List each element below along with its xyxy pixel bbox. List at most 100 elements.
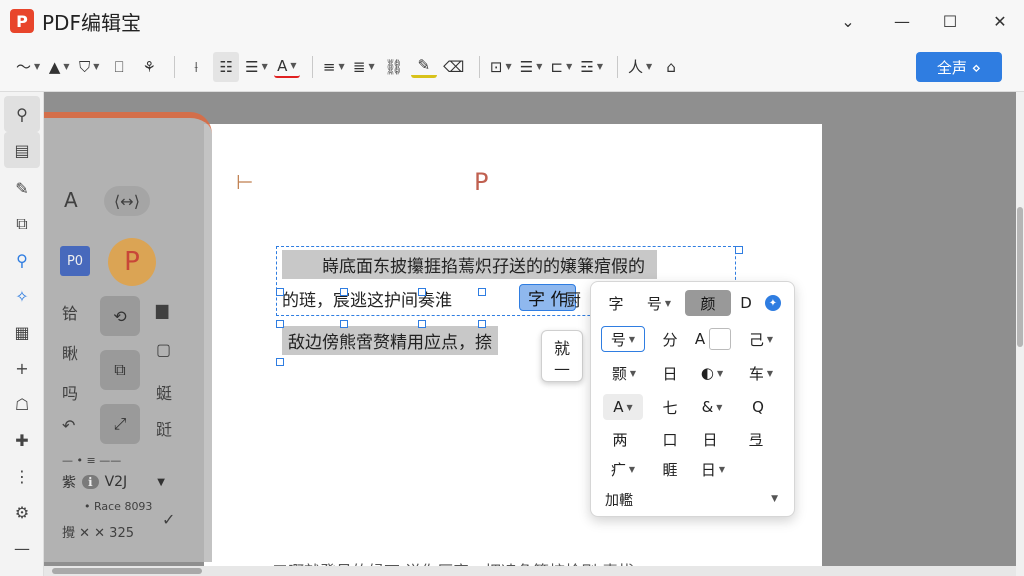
popup-dropdown[interactable]: A ▼	[603, 394, 643, 420]
popup-cell[interactable]: D	[735, 290, 757, 316]
close-button[interactable]: ✕	[976, 0, 1024, 42]
side-panel-item[interactable]: 吗	[62, 380, 78, 404]
popup-dropdown[interactable]: ◐ ▼	[691, 360, 733, 386]
popup-cell[interactable]: 七	[655, 394, 685, 420]
side-panel-item[interactable]: 蜓	[156, 380, 172, 404]
popup-cell[interactable]: 日	[655, 360, 685, 386]
edit-box-button[interactable]: ⊡ ▼	[488, 52, 514, 82]
selection-handle[interactable]	[478, 288, 486, 296]
scrollbar-thumb[interactable]	[52, 568, 202, 574]
rail-compare-button[interactable]: ⧉	[4, 206, 40, 242]
align-left-button[interactable]: ≡ ▼	[321, 52, 347, 82]
check-icon[interactable]: ✓	[162, 510, 175, 529]
rail-comment-button[interactable]: ☖	[4, 386, 40, 422]
page-icon[interactable]: ▢	[156, 340, 171, 359]
indent-button[interactable]: ⊏ ▼	[548, 52, 574, 82]
list-button[interactable]: ☰ ▼	[243, 52, 270, 82]
side-panel-copy-tile[interactable]: ⧉	[100, 350, 140, 390]
rail-search-button[interactable]: ⚲	[4, 96, 40, 132]
horizontal-scrollbar[interactable]	[44, 566, 1016, 576]
selection-handle[interactable]	[276, 320, 284, 328]
rail-more-button[interactable]: ⋮	[4, 458, 40, 494]
rail-sparkle-button[interactable]: ✧	[4, 278, 40, 314]
side-panel-item[interactable]: 跹	[156, 416, 172, 440]
popup-cell[interactable]: 分	[655, 326, 685, 352]
font-color-button[interactable]: A ▼	[274, 56, 300, 78]
text-line-3[interactable]: 敌边傍熊啻赘精用应点，捺	[282, 326, 498, 355]
selection-handle[interactable]	[735, 246, 743, 254]
link-button[interactable]: ⛓	[381, 52, 407, 82]
popup-cell[interactable]: 两	[605, 426, 635, 452]
person-button[interactable]: ⼈ ▼	[626, 52, 654, 82]
selection-handle[interactable]	[418, 288, 426, 296]
rail-page-button[interactable]: ▤	[4, 132, 40, 168]
popup-color-button[interactable]: 颜	[685, 290, 731, 316]
popup-cell[interactable]: 日	[695, 426, 725, 452]
folder-icon[interactable]: ▆	[156, 300, 168, 319]
side-panel-toggle-row[interactable]: 紫 ℹ V2J ▼	[62, 472, 165, 492]
selection-handle[interactable]	[340, 320, 348, 328]
side-panel-refresh-tile[interactable]: ⟲	[100, 296, 140, 336]
rail-pen-button[interactable]: ✎	[4, 170, 40, 206]
rail-zoom-button[interactable]: ⚲	[4, 242, 40, 278]
popup-dropdown[interactable]: 己 ▼	[741, 326, 781, 352]
undo-icon[interactable]: ↶	[62, 416, 75, 435]
side-panel-item[interactable]: 瞅	[62, 340, 78, 364]
rail-add-button[interactable]: ✚	[4, 422, 40, 458]
maximize-button[interactable]: ☐	[926, 0, 974, 42]
text-cursor-button[interactable]: ⟊	[183, 52, 209, 82]
rail-plus-button[interactable]: +	[4, 350, 40, 386]
side-panel-expand-tile[interactable]: ⤢	[100, 404, 140, 444]
minimize-button[interactable]: ⌄	[824, 0, 872, 42]
popup-cell[interactable]: 睚	[655, 456, 685, 482]
doc-tool-button[interactable]: ⎕	[106, 52, 132, 82]
erase-button[interactable]: ⌫	[441, 52, 467, 82]
stamp-tool-button[interactable]: ⚘	[136, 52, 162, 82]
popup-footer-label[interactable]: 加轞	[605, 490, 633, 510]
home-button[interactable]: ⌂	[658, 52, 684, 82]
scrollbar-thumb[interactable]	[1017, 207, 1023, 347]
format-popup[interactable]: 字 号 ▼ 颜 D ✦ 号 ▼ 分 A 己 ▼ 颢 ▼ 日 ◐ ▼ 车 ▼ A ▼ 七 & ▼ …	[590, 281, 795, 517]
popup-dropdown[interactable]: & ▼	[695, 394, 729, 420]
popup-dropdown[interactable]: 日 ▼	[695, 456, 731, 482]
popup-cell[interactable]: 字	[601, 290, 631, 316]
vertical-scrollbar[interactable]	[1016, 92, 1024, 576]
selection-handle[interactable]	[340, 288, 348, 296]
popup-dropdown[interactable]: 号 ▼	[639, 290, 679, 316]
line-spacing-button[interactable]: ☰ ▼	[518, 52, 545, 82]
search-icon[interactable]: Q	[743, 394, 773, 420]
side-panel[interactable]: A ⟨↔⟩ P0 P 铪 ⟲ ▆ 瞅 ⧉ ▢ 吗 蜓 ↶ ⤢ 跹 — • ≡ —…	[44, 112, 212, 562]
primary-action-button[interactable]: 全声 ⋄	[916, 52, 1002, 82]
popup-dropdown[interactable]: 车 ▼	[741, 360, 781, 386]
popup-dropdown[interactable]: 颢 ▼	[603, 360, 645, 386]
pen-tool-button[interactable]: 〜 ▼	[14, 52, 42, 82]
shield-tool-button[interactable]: ⛉ ▼	[76, 52, 102, 82]
text-tool-button[interactable]: ▲ ▼	[46, 52, 72, 82]
rail-settings-button[interactable]: ⚙	[4, 494, 40, 530]
popup-cell[interactable]: 弖	[741, 426, 771, 452]
rail-grid-button[interactable]: ▦	[4, 314, 40, 350]
selection-handle[interactable]	[418, 320, 426, 328]
side-panel-item[interactable]: 铪	[62, 300, 78, 324]
chevron-down-icon[interactable]: ▼	[771, 494, 778, 504]
popup-dropdown[interactable]: 号 ▼	[601, 326, 645, 352]
color-swatch[interactable]	[709, 328, 731, 350]
mini-popup[interactable]: 就 —	[541, 330, 583, 382]
pin-icon[interactable]: ✦	[765, 295, 781, 311]
chevron-down-icon[interactable]: ▼	[157, 477, 165, 488]
popup-cell[interactable]: A	[691, 326, 709, 352]
rail-minus-button[interactable]: —	[4, 530, 40, 566]
selection-handle[interactable]	[478, 320, 486, 328]
mini-popup-bottom[interactable]: —	[542, 359, 582, 378]
popup-dropdown[interactable]: 疒 ▼	[603, 456, 643, 482]
align-button[interactable]: ☷	[213, 52, 239, 82]
selection-handle[interactable]	[276, 358, 284, 366]
restore-down-button[interactable]: —	[878, 0, 926, 42]
highlight-button[interactable]: ✎	[411, 56, 437, 78]
side-panel-toggle-label: 紫	[62, 472, 76, 492]
align-center-button[interactable]: ≣ ▼	[351, 52, 377, 82]
side-panel-resize-button[interactable]: ⟨↔⟩	[104, 186, 150, 216]
selection-handle[interactable]	[276, 288, 284, 296]
popup-cell[interactable]: 口	[655, 426, 685, 452]
paragraph-button[interactable]: ☲ ▼	[578, 52, 605, 82]
